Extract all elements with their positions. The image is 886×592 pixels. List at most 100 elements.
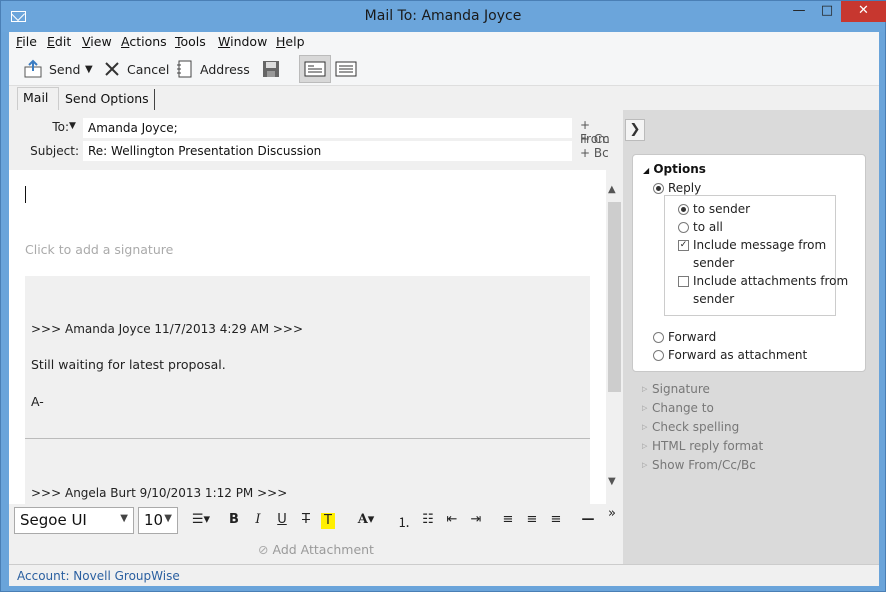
align-left-icon[interactable]: ≡: [499, 512, 517, 527]
menu-file[interactable]: File: [16, 34, 37, 49]
save-button[interactable]: [262, 58, 280, 80]
menu-actions[interactable]: Actions: [121, 34, 167, 49]
signature-link[interactable]: ▷ Signature: [642, 382, 710, 396]
options-box: ◢ Options Reply to sender to all ✓ Includ…: [632, 154, 866, 372]
menu-tools[interactable]: Tools: [175, 34, 206, 49]
line-spacing-icon[interactable]: ☰▾: [189, 512, 213, 527]
to-all-radio[interactable]: to all: [678, 220, 723, 234]
menu-edit[interactable]: Edit: [47, 34, 71, 49]
font-select[interactable]: Segoe UI ▼: [14, 507, 134, 534]
quote-header: >>> Amanda Joyce 11/7/2013 4:29 AM >>>: [31, 322, 304, 336]
close-button[interactable]: ✕: [841, 1, 886, 22]
expand-arrow-icon: ▷: [642, 385, 648, 393]
include-attachments-checkbox[interactable]: Include attachments from: [678, 274, 848, 288]
options-title[interactable]: ◢ Options: [643, 162, 706, 176]
forward-attachment-radio[interactable]: Forward as attachment: [653, 348, 807, 362]
decrease-indent-icon[interactable]: ⇤: [443, 512, 461, 527]
minimize-button[interactable]: —: [785, 1, 813, 22]
expand-arrow-icon: ▷: [642, 461, 648, 469]
save-disk-icon: [263, 61, 279, 77]
add-signature-prompt[interactable]: Click to add a signature: [25, 242, 173, 257]
bold-icon[interactable]: B: [225, 512, 243, 527]
include-message-label: sender: [693, 256, 735, 270]
to-sender-radio[interactable]: to sender: [678, 202, 750, 216]
address-header: To: ▼ Subject: + From + Cc + Bc: [9, 110, 623, 168]
cancel-button[interactable]: Cancel: [103, 58, 169, 80]
mail-window: Mail To: Amanda Joyce — □ ✕ File Edit Vi…: [0, 0, 886, 592]
highlight-icon[interactable]: T: [321, 513, 335, 529]
show-from-cc-bc-link[interactable]: ▷ Show From/Cc/Bc: [642, 458, 756, 472]
text-color-icon[interactable]: A▾: [353, 512, 379, 527]
forward-radio[interactable]: Forward: [653, 330, 716, 344]
plus-icon: +: [580, 132, 591, 146]
toolbar: Send ▼ Cancel Address: [9, 52, 879, 86]
expand-arrow-icon: ▷: [642, 442, 648, 450]
quoted-message: >>> Amanda Joyce 11/7/2013 4:29 AM >>> S…: [25, 276, 590, 504]
tab-send-options[interactable]: Send Options: [60, 89, 155, 111]
overflow-chevron-icon[interactable]: »: [603, 506, 621, 521]
message-body[interactable]: Click to add a signature >>> Amanda Joyc…: [9, 170, 623, 504]
status-bar: Account: Novell GroupWise: [9, 564, 879, 586]
mail-view-button[interactable]: [299, 55, 331, 83]
font-size-select[interactable]: 10 ▼: [138, 507, 178, 534]
radio-empty-icon: [653, 331, 664, 343]
bullet-list-icon[interactable]: ☷: [419, 512, 437, 527]
plus-icon: +: [580, 146, 591, 160]
address-book-icon: [177, 60, 192, 78]
quote-separator: [25, 438, 590, 439]
chevron-down-icon: ▼: [120, 513, 128, 524]
text-cursor: [25, 186, 26, 203]
quote-header: >>> Angela Burt 9/10/2013 1:12 PM >>>: [31, 486, 288, 500]
vertical-scrollbar[interactable]: ▲ ▼: [606, 170, 623, 504]
menu-help[interactable]: Help: [276, 34, 305, 49]
to-dropdown-icon[interactable]: ▼: [69, 121, 76, 131]
quote-text: Still waiting for latest proposal.: [31, 357, 226, 372]
mail-view-icon: [304, 61, 326, 77]
send-button[interactable]: Send: [23, 58, 80, 80]
plus-icon: +: [580, 118, 591, 132]
address-button[interactable]: Address: [176, 58, 250, 80]
scroll-up-icon[interactable]: ▲: [608, 184, 616, 195]
check-spelling-link[interactable]: ▷ Check spelling: [642, 420, 739, 434]
italic-icon[interactable]: I: [249, 512, 267, 527]
maximize-button[interactable]: □: [813, 1, 841, 22]
radio-selected-icon: [653, 182, 664, 194]
expand-triangle-icon: ◢: [643, 166, 650, 175]
html-reply-format-link[interactable]: ▷ HTML reply format: [642, 439, 763, 453]
horizontal-line-icon[interactable]: —: [579, 512, 597, 527]
include-message-checkbox[interactable]: ✓ Include message from: [678, 238, 826, 252]
scroll-thumb[interactable]: [608, 202, 621, 392]
send-icon: [24, 59, 42, 78]
radio-selected-icon: [678, 203, 689, 215]
align-center-icon[interactable]: ≡: [523, 512, 541, 527]
client-area: File Edit View Actions Tools Window Help…: [9, 32, 879, 586]
underline-icon[interactable]: U: [273, 512, 291, 527]
subject-field[interactable]: [83, 141, 572, 161]
change-to-link[interactable]: ▷ Change to: [642, 401, 714, 415]
to-label[interactable]: To:: [39, 120, 69, 134]
increase-indent-icon[interactable]: ⇥: [467, 512, 485, 527]
to-field[interactable]: [83, 118, 572, 138]
cc-link[interactable]: + Cc: [580, 132, 609, 146]
send-dropdown-arrow[interactable]: ▼: [85, 58, 93, 80]
cancel-x-icon: [105, 62, 119, 76]
add-attachment-button[interactable]: ⊘ Add Attachment: [9, 536, 623, 564]
menu-window[interactable]: Window: [218, 34, 267, 49]
scroll-down-icon[interactable]: ▼: [608, 476, 616, 487]
menu-view[interactable]: View: [82, 34, 112, 49]
plain-view-button[interactable]: [335, 58, 357, 80]
paperclip-icon: ⊘: [258, 542, 269, 557]
tab-mail[interactable]: Mail: [17, 87, 59, 110]
tab-strip: Mail Send Options: [9, 86, 623, 111]
strikethrough-icon[interactable]: T: [297, 512, 315, 527]
bc-link[interactable]: + Bc: [580, 146, 609, 160]
subject-label: Subject:: [30, 144, 79, 158]
menu-bar: File Edit View Actions Tools Window Help: [9, 32, 879, 52]
chevron-right-icon: ❯: [629, 122, 641, 137]
options-side-panel: ❯ ◢ Options Reply to sender to all ✓ Incl…: [623, 110, 879, 564]
numbered-list-icon[interactable]: ⒈: [395, 512, 413, 531]
align-right-icon[interactable]: ≡: [547, 512, 565, 527]
reply-radio[interactable]: Reply: [653, 181, 701, 195]
chevron-down-icon: ▼: [164, 513, 172, 524]
collapse-panel-button[interactable]: ❯: [625, 119, 645, 141]
